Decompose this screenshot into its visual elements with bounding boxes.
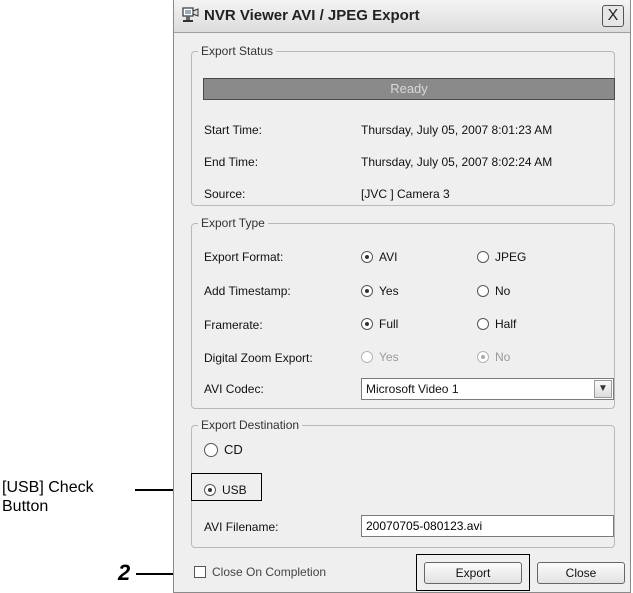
radio-framerate-half-label: Half <box>495 317 517 331</box>
start-time-value: Thursday, July 05, 2007 8:01:23 AM <box>361 123 553 137</box>
radio-timestamp-yes-indicator <box>361 285 373 297</box>
radio-cd-label: CD <box>224 442 243 457</box>
framerate-label: Framerate: <box>204 318 263 332</box>
export-status-legend: Export Status <box>201 44 274 58</box>
step-number: 2 <box>118 560 131 585</box>
radio-zoom-no: No <box>477 350 510 364</box>
close-on-completion-checkbox[interactable] <box>194 566 206 578</box>
radio-timestamp-no-label: No <box>495 284 511 298</box>
radio-timestamp-yes-label: Yes <box>379 284 399 298</box>
export-highlight-box <box>416 554 530 591</box>
radio-zoom-no-indicator <box>477 351 489 363</box>
radio-timestamp-no-indicator <box>477 285 489 297</box>
radio-zoom-yes-label: Yes <box>379 350 399 364</box>
avi-codec-select[interactable]: Microsoft Video 1 ▼ <box>361 378 614 400</box>
radio-framerate-full[interactable]: Full <box>361 317 398 331</box>
end-time-value: Thursday, July 05, 2007 8:02:24 AM <box>361 155 553 169</box>
radio-framerate-half[interactable]: Half <box>477 317 516 331</box>
avi-filename-field[interactable] <box>361 515 614 537</box>
radio-zoom-yes: Yes <box>361 350 399 364</box>
export-type-legend: Export Type <box>201 216 265 230</box>
radio-avi-indicator <box>361 251 373 263</box>
avi-codec-label: AVI Codec: <box>204 382 264 396</box>
export-dialog: NVR Viewer AVI / JPEG Export X Export St… <box>173 0 631 593</box>
usb-callout-line1: [USB] Check <box>2 479 94 496</box>
export-format-label: Export Format: <box>204 250 284 264</box>
radio-jpeg[interactable]: JPEG <box>477 250 526 264</box>
export-destination-legend: Export Destination <box>201 418 300 432</box>
close-button[interactable]: Close <box>537 562 625 584</box>
usb-highlight-box <box>191 473 262 501</box>
radio-framerate-half-indicator <box>477 318 489 330</box>
app-icon <box>182 7 199 22</box>
status-bar: Ready <box>203 78 615 100</box>
start-time-label: Start Time: <box>204 123 263 137</box>
title-bar[interactable]: NVR Viewer AVI / JPEG Export X <box>174 0 630 33</box>
radio-framerate-full-label: Full <box>379 317 399 331</box>
radio-avi[interactable]: AVI <box>361 250 397 264</box>
radio-framerate-full-indicator <box>361 318 373 330</box>
radio-zoom-yes-indicator <box>361 351 373 363</box>
avi-codec-value: Microsoft Video 1 <box>366 382 459 396</box>
radio-jpeg-indicator <box>477 251 489 263</box>
radio-zoom-no-label: No <box>495 350 511 364</box>
usb-callout-line2: Button <box>2 498 49 515</box>
radio-timestamp-yes[interactable]: Yes <box>361 284 399 298</box>
add-timestamp-label: Add Timestamp: <box>204 284 291 298</box>
radio-avi-label: AVI <box>379 250 398 264</box>
source-label: Source: <box>204 187 246 201</box>
close-on-completion-label: Close On Completion <box>212 565 327 579</box>
window-title: NVR Viewer AVI / JPEG Export <box>204 7 420 24</box>
radio-jpeg-label: JPEG <box>495 250 527 264</box>
digital-zoom-label: Digital Zoom Export: <box>204 351 313 365</box>
close-icon[interactable]: X <box>602 5 624 27</box>
source-value: [JVC ] Camera 3 <box>361 187 450 201</box>
end-time-label: End Time: <box>204 155 259 169</box>
radio-cd[interactable]: CD <box>204 442 243 457</box>
chevron-down-icon[interactable]: ▼ <box>594 380 612 398</box>
usb-callout-label: [USB] Check Button <box>2 478 94 516</box>
avi-filename-label: AVI Filename: <box>204 520 279 534</box>
radio-cd-indicator <box>204 442 218 457</box>
radio-timestamp-no[interactable]: No <box>477 284 510 298</box>
